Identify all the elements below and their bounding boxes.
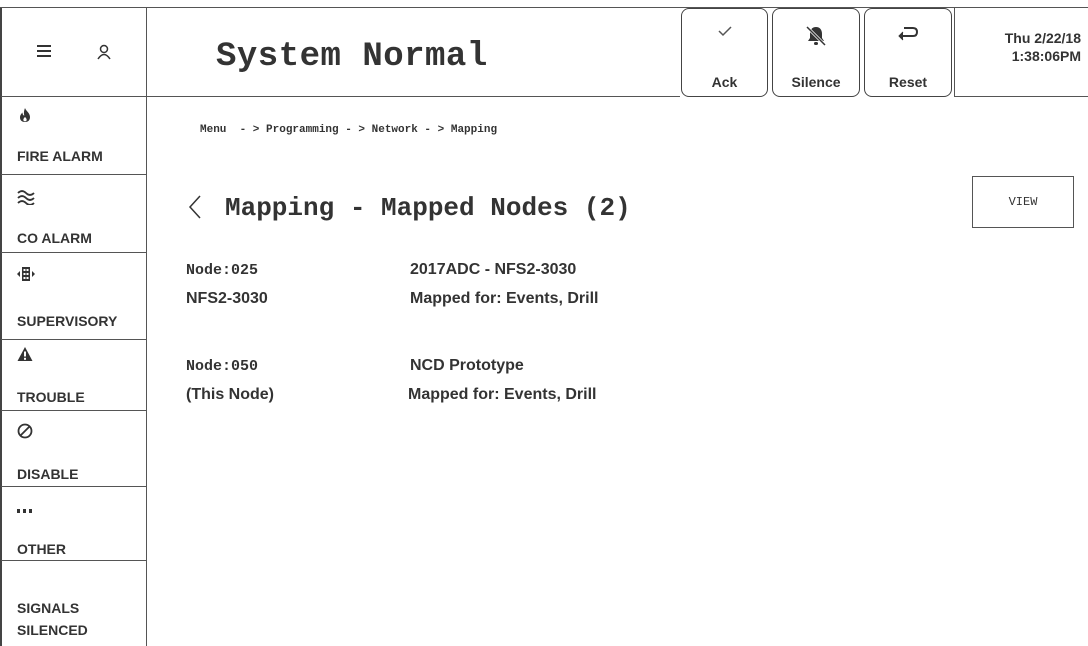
node-id: Node:025 [186,262,259,279]
view-button[interactable]: VIEW [972,176,1074,228]
breadcrumb: Menu - > Programming - > Network - > Map… [200,124,498,136]
prohibited-icon [17,423,33,439]
status-title-cell: System Normal [147,8,680,97]
datetime-cell: Thu 2/22/18 1:38:06PM [954,8,1088,97]
ack-button[interactable]: Ack [681,8,768,97]
node-id: Node:050 [186,358,259,375]
sidebar-item-co-alarm[interactable]: CO ALARM [1,175,147,253]
reset-label: Reset [888,74,928,90]
flame-icon [20,108,30,122]
sidebar-label-fire-alarm: FIRE ALARM [17,148,103,164]
silence-label: Silence [791,74,841,90]
return-arrow-icon [898,27,919,41]
dots-icon [17,509,32,513]
date-text: Thu 2/22/18 [1004,30,1081,46]
node-name: 2017ADC - NFS2-3030 [410,261,577,278]
warning-icon [17,347,33,361]
waves-icon [17,190,35,205]
sidebar: FIRE ALARM CO ALARM SUPERVISORY TROUBLE [1,97,147,646]
sidebar-item-fire-alarm[interactable]: FIRE ALARM [1,97,147,175]
sidebar-label-disable: DISABLE [17,466,79,482]
sidebar-label-co-alarm: CO ALARM [17,230,92,246]
bell-muted-icon [805,25,827,47]
node-mapping: Mapped for: Events, Drill [408,386,597,403]
hamburger-menu-icon[interactable] [37,45,51,57]
time-text: 1:38:06PM [1011,48,1081,64]
back-chevron-icon[interactable] [186,194,204,220]
system-status-title: System Normal [216,38,488,76]
checkmark-icon [717,26,732,37]
sidebar-item-other[interactable]: OTHER [1,487,147,561]
user-icon[interactable] [97,44,111,60]
ack-label: Ack [711,74,738,90]
sidebar-label-trouble: TROUBLE [17,389,85,405]
sidebar-item-supervisory[interactable]: SUPERVISORY [1,253,147,340]
silence-button[interactable]: Silence [772,8,860,97]
signals-line1: SIGNALS [17,600,80,616]
sidebar-label-supervisory: SUPERVISORY [17,313,118,329]
menu-cell [1,8,147,97]
reset-button[interactable]: Reset [864,8,952,97]
node-model: (This Node) [186,386,274,403]
sidebar-item-trouble[interactable]: TROUBLE [1,340,147,411]
datetime-display: Thu 2/22/18 1:38:06PM [1005,29,1081,65]
sidebar-item-disable[interactable]: DISABLE [1,411,147,487]
page-title: Mapping - Mapped Nodes (2) [225,193,631,223]
node-name: NCD Prototype [410,357,524,374]
signals-line2: SILENCED [17,622,88,638]
sidebar-label-other: OTHER [17,541,66,557]
building-icon [17,267,35,281]
signals-silenced-status: SIGNALS SILENCED [17,597,88,641]
node-model: NFS2-3030 [186,290,268,307]
node-mapping: Mapped for: Events, Drill [410,290,599,307]
